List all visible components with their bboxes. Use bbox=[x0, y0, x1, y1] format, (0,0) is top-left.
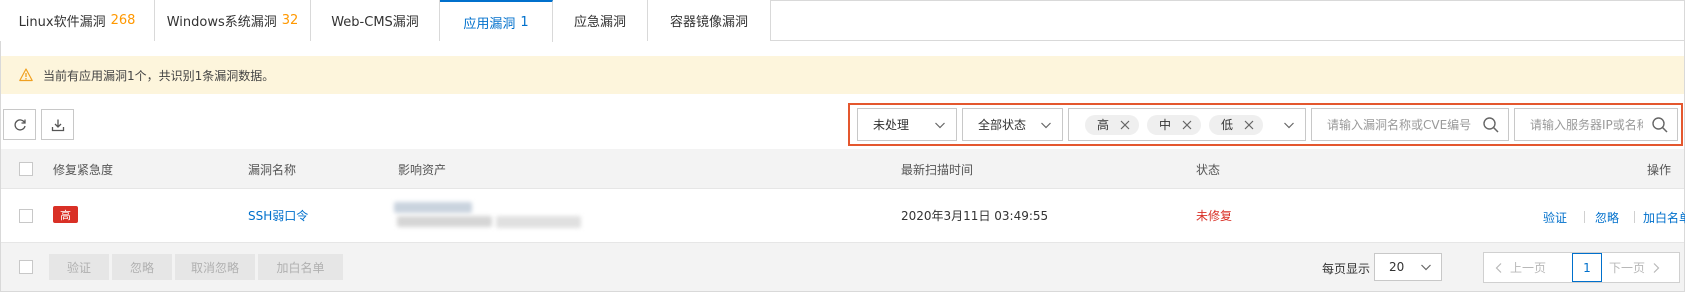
select-value: 全部状态 bbox=[978, 118, 1027, 132]
close-icon[interactable] bbox=[1119, 119, 1131, 131]
batch-ignore-button[interactable]: 忽略 bbox=[112, 254, 172, 280]
download-icon bbox=[51, 119, 64, 131]
batch-unignore-button[interactable]: 取消忽略 bbox=[175, 254, 255, 280]
tab-windows-vuln[interactable]: Windows系统漏洞 32 bbox=[155, 0, 311, 41]
tab-count: 32 bbox=[281, 13, 299, 28]
batch-add-whitelist-button[interactable]: 加白名单 bbox=[258, 254, 343, 280]
page-size-value: 20 bbox=[1389, 260, 1405, 274]
status-text: 未修复 bbox=[1196, 209, 1233, 223]
chevron-down-icon bbox=[1041, 122, 1051, 129]
tab-label: 应急漏洞 bbox=[573, 15, 626, 30]
download-button[interactable] bbox=[41, 109, 74, 140]
level-chip-low: 低 bbox=[1209, 114, 1264, 135]
chevron-left-icon bbox=[1495, 262, 1502, 273]
select-all-checkbox[interactable] bbox=[19, 162, 33, 176]
page-number-current[interactable]: 1 bbox=[1572, 253, 1602, 282]
verify-link[interactable]: 验证 bbox=[1543, 209, 1567, 226]
search-icon[interactable] bbox=[1482, 116, 1500, 134]
vuln-search-input[interactable] bbox=[1312, 109, 1472, 140]
level-chip-high: 高 bbox=[1085, 114, 1140, 135]
chip-label: 低 bbox=[1221, 118, 1234, 132]
tab-label: Windows系统漏洞 bbox=[166, 15, 277, 30]
column-header-affected-asset: 影响资产 bbox=[398, 163, 447, 177]
server-search-input[interactable] bbox=[1515, 109, 1643, 140]
add-whitelist-link[interactable]: 加白名单 bbox=[1643, 209, 1685, 226]
tab-label: 容器镜像漏洞 bbox=[669, 15, 748, 30]
column-header-status: 状态 bbox=[1196, 163, 1221, 177]
pagination: 上一页 1 下一页 bbox=[1483, 252, 1680, 283]
column-header-last-scan-time: 最新扫描时间 bbox=[901, 163, 974, 177]
all-status-select[interactable]: 全部状态 bbox=[962, 108, 1063, 141]
tab-web-cms-vuln[interactable]: Web-CMS漏洞 bbox=[311, 0, 440, 41]
tab-linux-vuln[interactable]: Linux软件漏洞 268 bbox=[0, 0, 155, 41]
alert-text: 当前有应用漏洞1个，共识别1条漏洞数据。 bbox=[43, 68, 275, 83]
page-size-label: 每页显示 bbox=[1322, 262, 1371, 276]
chevron-right-icon bbox=[1653, 262, 1660, 273]
ignore-link[interactable]: 忽略 bbox=[1595, 209, 1619, 226]
server-search-field bbox=[1514, 108, 1678, 141]
info-alert: 当前有应用漏洞1个，共识别1条漏洞数据。 bbox=[1, 56, 1684, 94]
select-value: 未处理 bbox=[873, 118, 910, 132]
chevron-down-icon bbox=[935, 122, 945, 129]
column-header-urgency: 修复紧急度 bbox=[53, 163, 114, 177]
table-footer: 验证 忽略 取消忽略 加白名单 每页显示 20 上一页 1 下一页 bbox=[1, 243, 1684, 291]
level-multi-select[interactable]: 高 中 低 bbox=[1068, 108, 1306, 141]
handle-status-select[interactable]: 未处理 bbox=[857, 108, 957, 141]
warning-icon bbox=[19, 68, 33, 82]
tab-label: Web-CMS漏洞 bbox=[331, 15, 419, 30]
column-header-vuln-name: 漏洞名称 bbox=[248, 163, 297, 177]
next-page-button[interactable]: 下一页 bbox=[1609, 253, 1661, 282]
tab-bar: Linux软件漏洞 268 Windows系统漏洞 32 Web-CMS漏洞 应用漏… bbox=[0, 0, 1685, 42]
table-header: 修复紧急度 漏洞名称 影响资产 最新扫描时间 状态 操作 bbox=[1, 149, 1684, 189]
vuln-search-field bbox=[1311, 108, 1509, 141]
next-page-label: 下一页 bbox=[1609, 261, 1646, 275]
tab-app-vuln[interactable]: 应用漏洞 1 bbox=[440, 0, 553, 42]
vuln-name-link[interactable]: SSH弱口令 bbox=[248, 207, 308, 224]
urgency-badge: 高 bbox=[53, 206, 78, 223]
tab-count: 1 bbox=[520, 14, 529, 30]
level-chip-medium: 中 bbox=[1147, 114, 1202, 135]
page-size-select[interactable]: 20 bbox=[1374, 253, 1442, 281]
refresh-button[interactable] bbox=[3, 109, 36, 140]
last-scan-time: 2020年3月11日 03:49:55 bbox=[901, 209, 1049, 223]
tab-container-image-vuln[interactable]: 容器镜像漏洞 bbox=[648, 0, 771, 41]
column-header-actions: 操作 bbox=[1647, 163, 1672, 177]
close-icon[interactable] bbox=[1243, 119, 1255, 131]
close-icon[interactable] bbox=[1181, 119, 1193, 131]
footer-select-all-checkbox[interactable] bbox=[19, 260, 33, 274]
refresh-icon bbox=[13, 118, 26, 131]
tab-label: 应用漏洞 bbox=[463, 16, 516, 32]
chip-label: 高 bbox=[1097, 118, 1110, 132]
prev-page-button[interactable]: 上一页 bbox=[1494, 253, 1546, 282]
tab-emergency-vuln[interactable]: 应急漏洞 bbox=[553, 0, 648, 41]
action-divider bbox=[1634, 211, 1635, 223]
tab-label: Linux软件漏洞 bbox=[18, 15, 106, 30]
prev-page-label: 上一页 bbox=[1510, 261, 1547, 275]
table-row: 高 SSH弱口令 2020年3月11日 03:49:55 未修复 验证 忽略 加… bbox=[1, 189, 1685, 243]
batch-verify-button[interactable]: 验证 bbox=[49, 254, 109, 280]
tab-count: 268 bbox=[110, 13, 136, 28]
chevron-down-icon bbox=[1421, 264, 1431, 271]
action-divider bbox=[1584, 211, 1585, 223]
search-icon[interactable] bbox=[1651, 116, 1669, 134]
chevron-down-icon bbox=[1284, 122, 1294, 129]
row-checkbox[interactable] bbox=[19, 209, 33, 223]
chip-label: 中 bbox=[1159, 118, 1172, 132]
